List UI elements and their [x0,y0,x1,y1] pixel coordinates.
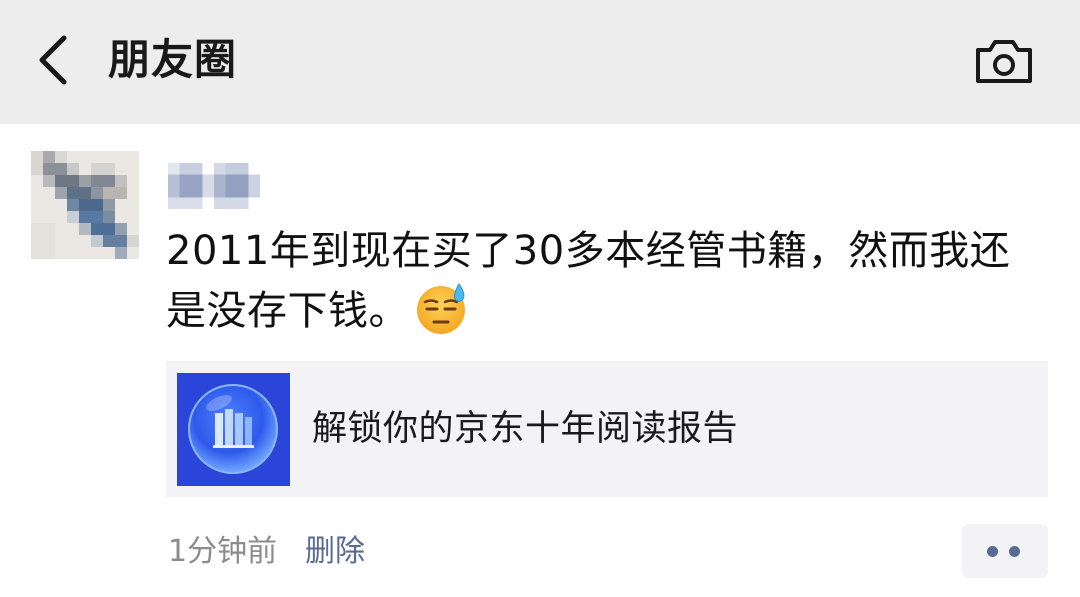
link-thumbnail [177,373,290,486]
more-dots-icon [987,546,998,557]
page-title: 朋友圈 [108,35,238,84]
post-timestamp: 1分钟前 [168,534,278,569]
avatar-image [31,151,139,259]
link-title: 解锁你的京东十年阅读报告 [312,409,739,449]
post-text: 2011年到现在买了30多本经管书籍，然而我还是没存下钱。 [166,222,1026,340]
avatar[interactable] [31,151,139,259]
back-button[interactable] [28,28,80,92]
author-name[interactable] [168,160,260,212]
camera-button[interactable] [974,36,1034,86]
author-name-pixelated [168,163,260,209]
top-nav-bar: 朋友圈 [0,0,1080,124]
link-card[interactable]: 解锁你的京东十年阅读报告 [166,361,1048,497]
chevron-left-icon [39,35,67,85]
more-actions-button[interactable] [962,524,1048,578]
sweat-emoji-icon [413,280,469,336]
post-text-content: 2011年到现在买了30多本经管书籍，然而我还是没存下钱。 [166,228,1011,334]
more-dots-icon [1009,546,1020,557]
delete-button[interactable]: 删除 [305,531,365,573]
camera-icon [976,40,1032,83]
books-icon [177,373,290,486]
